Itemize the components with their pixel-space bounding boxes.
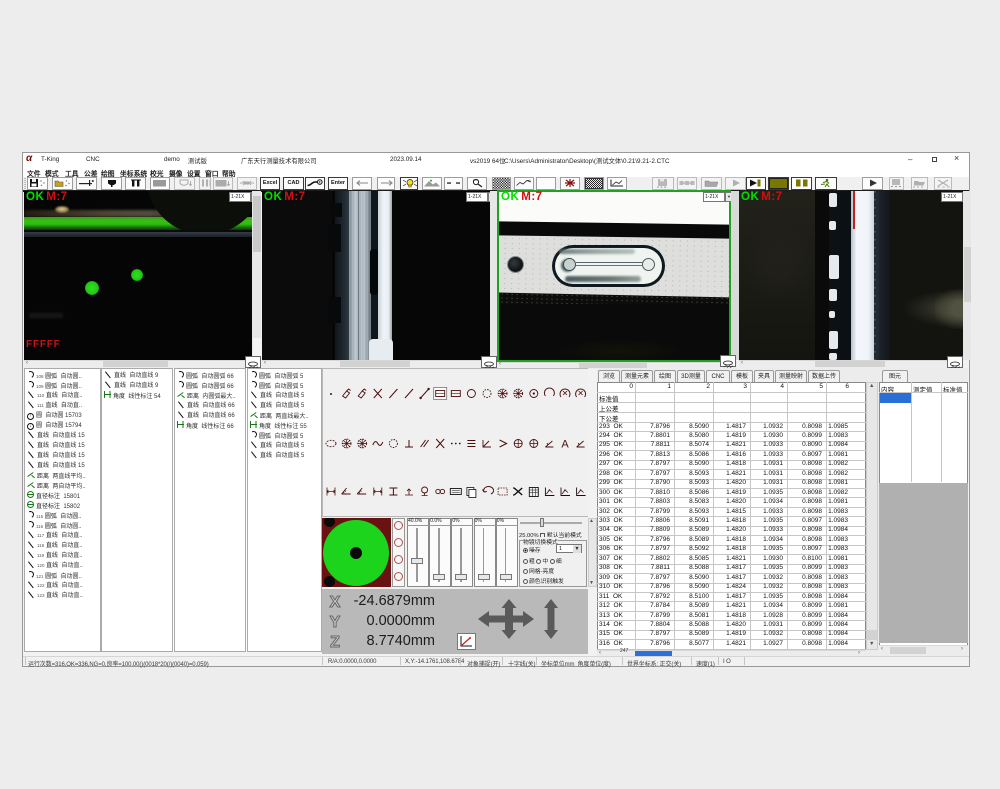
svg-text:A: A [561, 439, 569, 451]
